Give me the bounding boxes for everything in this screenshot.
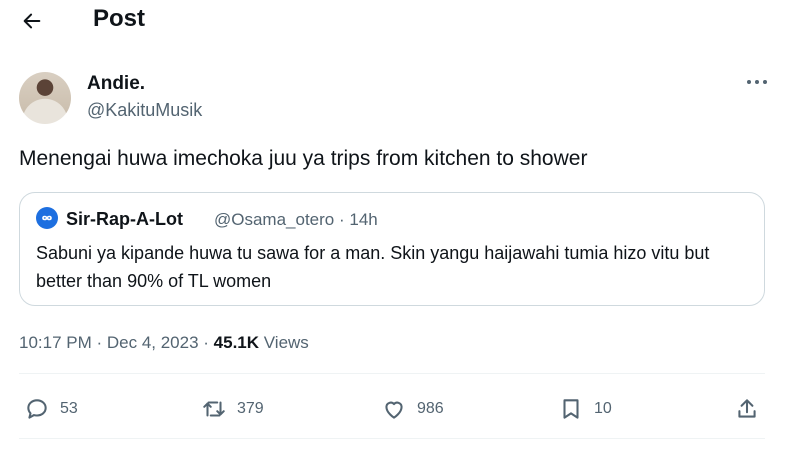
more-icon [747,80,767,84]
divider [19,373,765,374]
author-name[interactable]: Andie. [87,73,145,95]
like-icon [385,401,403,419]
bookmark-count: 10 [594,400,612,417]
reply-icon [27,399,47,419]
reply-button[interactable]: 53 [24,393,78,425]
share-button[interactable] [734,393,760,425]
post-text: Menengai huwa imechoka juu ya trips from… [19,147,588,170]
time-date[interactable]: 10:17 PM · Dec 4, 2023 · [19,333,214,352]
divider [19,438,765,439]
page-title: Post [93,5,146,32]
quote-meta: @Osama_otero · 14h [214,210,378,229]
bookmark-icon [563,399,579,419]
like-count: 986 [417,400,444,417]
more-button[interactable] [742,72,772,92]
quote-author-name: Sir-Rap-A-Lot [66,209,183,229]
quote-avatar [36,207,58,229]
share-icon [738,399,756,418]
avatar[interactable] [19,72,71,124]
bookmark-button[interactable]: 10 [558,393,612,425]
reply-count: 53 [60,400,78,417]
repost-count: 379 [237,400,264,417]
repost-icon [203,401,225,417]
back-button[interactable] [14,6,50,36]
views-label: Views [259,333,309,352]
back-arrow-icon [23,13,41,29]
views-count: 45.1K [213,333,260,352]
author-handle[interactable]: @KakituMusik [87,100,202,121]
quote-card[interactable]: Sir-Rap-A-Lot @Osama_otero · 14h Sabuni … [19,192,765,306]
infinity-icon [42,215,52,221]
like-button[interactable]: 986 [381,393,444,425]
post-timestamp: 10:17 PM · Dec 4, 2023 · 45.1K Views [19,333,309,353]
repost-button[interactable]: 379 [201,393,264,425]
quote-text: Sabuni ya kipande huwa tu sawa for a man… [36,243,710,291]
